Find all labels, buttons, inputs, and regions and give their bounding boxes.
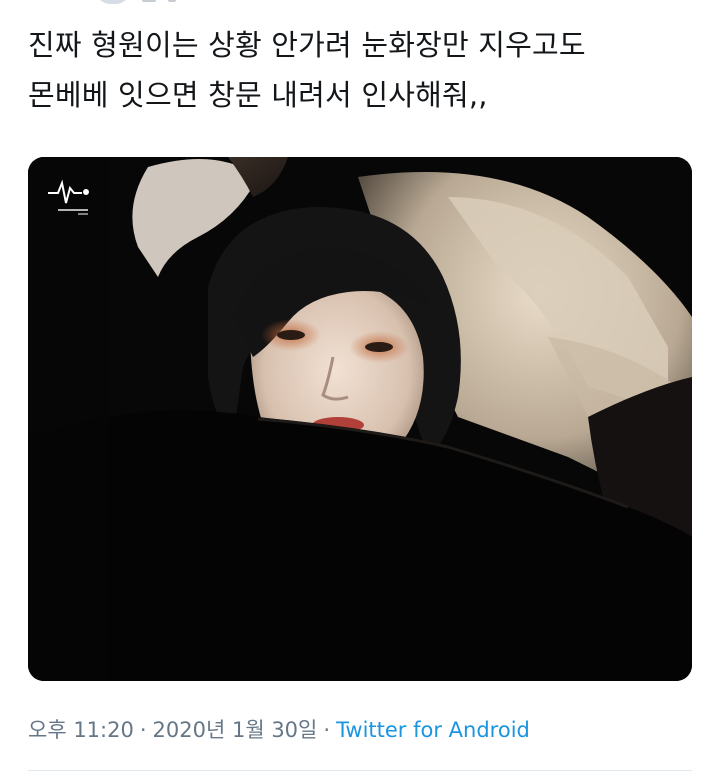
- tweet-media-photo[interactable]: [28, 157, 692, 681]
- tweet-time[interactable]: 오후 11:20: [28, 718, 134, 742]
- author-avatar[interactable]: [96, 0, 130, 4]
- tweet-text-line-1: 진짜 형원이는 상황 안가려 눈화장만 지우고도: [28, 28, 586, 62]
- tweet-text: 진짜 형원이는 상황 안가려 눈화장만 지우고도 몬베베 잇으면 창문 내려서 …: [28, 20, 698, 120]
- meta-separator-2: ·: [323, 718, 331, 742]
- meta-separator-1: ·: [139, 718, 147, 742]
- author-name-partial[interactable]: [142, 0, 156, 2]
- tweet-detail: 진짜 형원이는 상황 안가려 눈화장만 지우고도 몬베베 잇으면 창문 내려서 …: [0, 0, 720, 778]
- author-handle-partial[interactable]: [168, 0, 176, 2]
- divider: [28, 770, 692, 771]
- tweet-timestamp-row: 오후 11:20 · 2020년 1월 30일 · Twitter for Androi…: [28, 714, 530, 744]
- tweet-text-line-2: 몬베베 잇으면 창문 내려서 인사해줘,,: [28, 78, 488, 112]
- photo-image: [28, 157, 692, 681]
- tweet-date[interactable]: 2020년 1월 30일: [153, 718, 318, 742]
- tweet-source-link[interactable]: Twitter for Android: [336, 718, 530, 742]
